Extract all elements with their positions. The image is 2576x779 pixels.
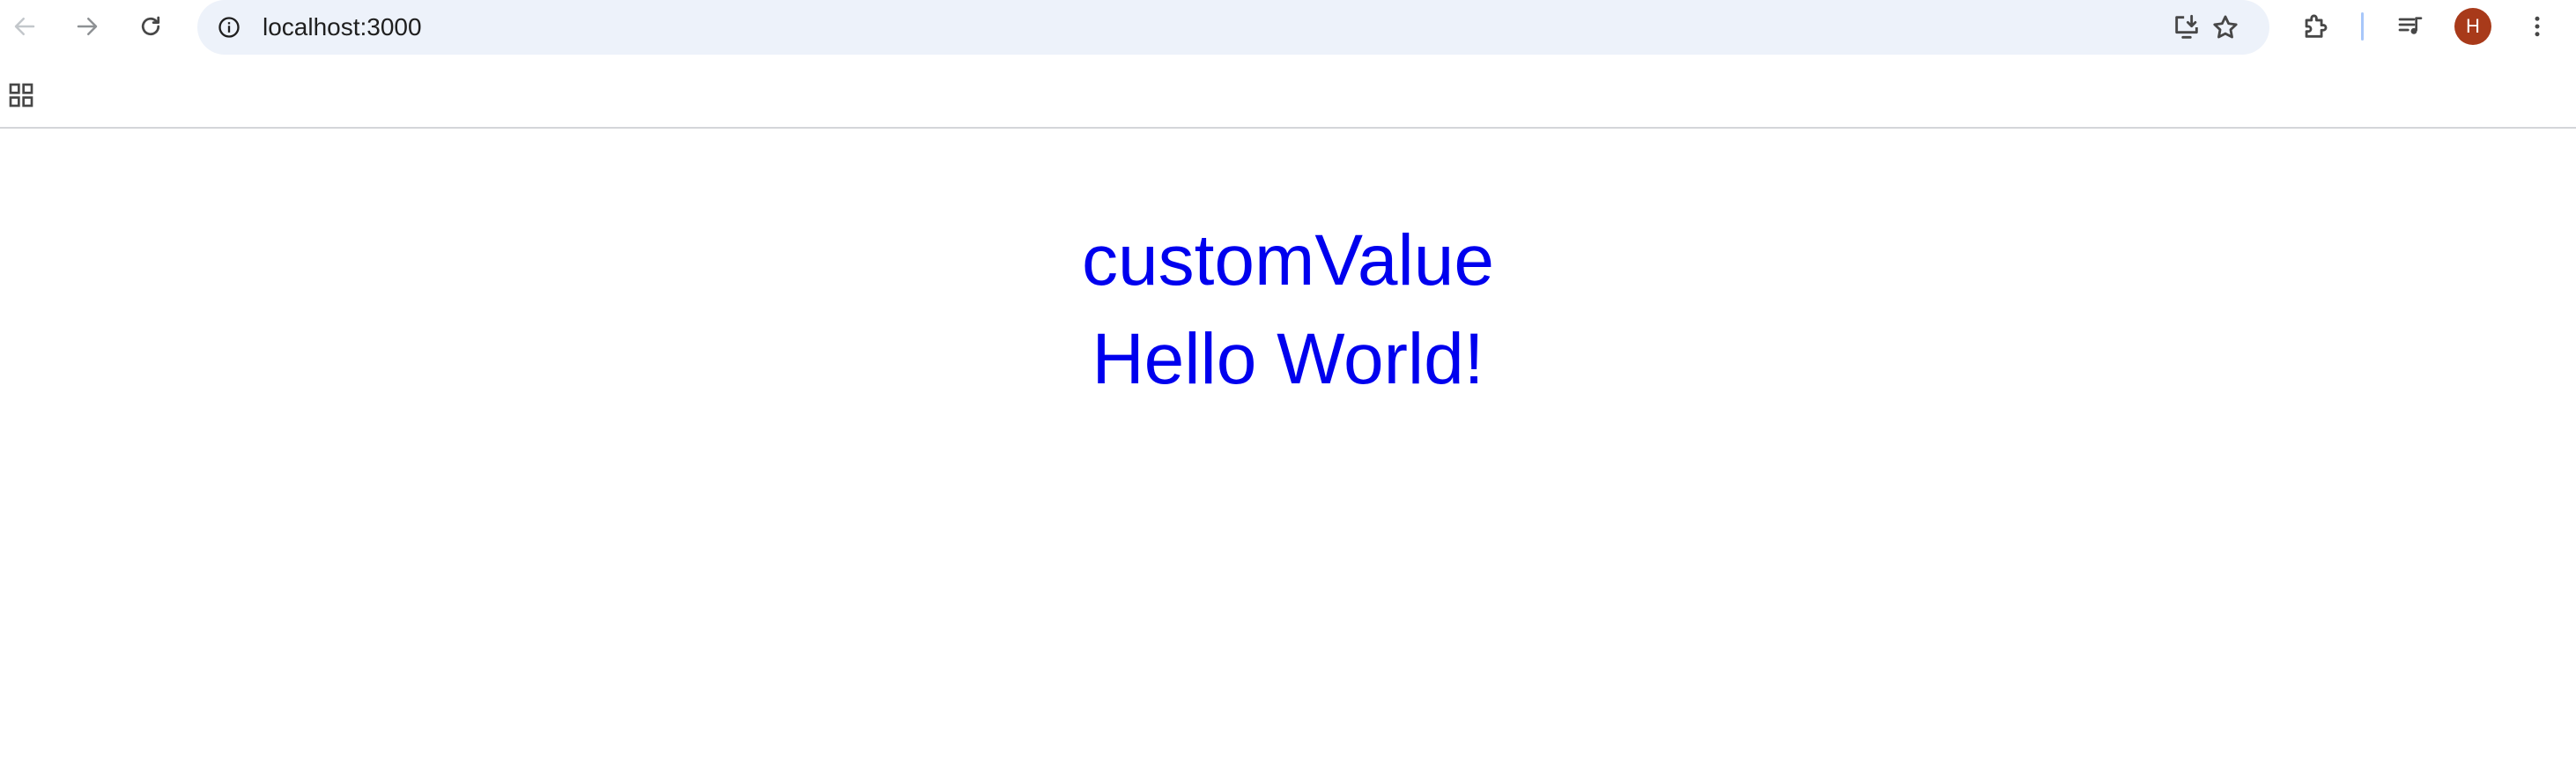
extensions-button[interactable] [2296,7,2335,46]
address-bar[interactable]: localhost:3000 [197,0,2269,55]
reload-icon [141,16,160,36]
arrow-right-icon [77,18,98,35]
info-icon [218,17,240,38]
media-control-button[interactable] [2391,7,2430,46]
custom-value-text: customValue [1082,220,1494,300]
url-text[interactable]: localhost:3000 [263,0,422,55]
site-info-button[interactable] [213,11,245,43]
profile-avatar[interactable]: H [2454,8,2491,45]
media-queue-icon [2398,17,2423,34]
forward-button[interactable] [68,7,107,46]
page-content: customValue Hello World! [0,129,2576,779]
install-app-button[interactable] [2169,10,2204,45]
install-app-icon [2175,14,2198,39]
back-button[interactable] [5,7,44,46]
bookmark-star-button[interactable] [2208,10,2243,45]
browser-menu-button[interactable] [2518,7,2557,46]
arrow-left-icon [14,18,35,35]
puzzle-icon [2305,14,2328,38]
reload-button[interactable] [131,7,170,46]
three-dots-icon [2535,16,2540,37]
star-icon [2213,15,2238,39]
browser-toolbar: localhost:3000 H [0,0,2576,55]
toolbar-divider [2361,12,2364,41]
apps-grid-icon [9,83,33,108]
hello-world-text: Hello World! [1092,319,1484,399]
bookmarks-bar [0,63,2576,129]
apps-button[interactable] [7,81,35,109]
